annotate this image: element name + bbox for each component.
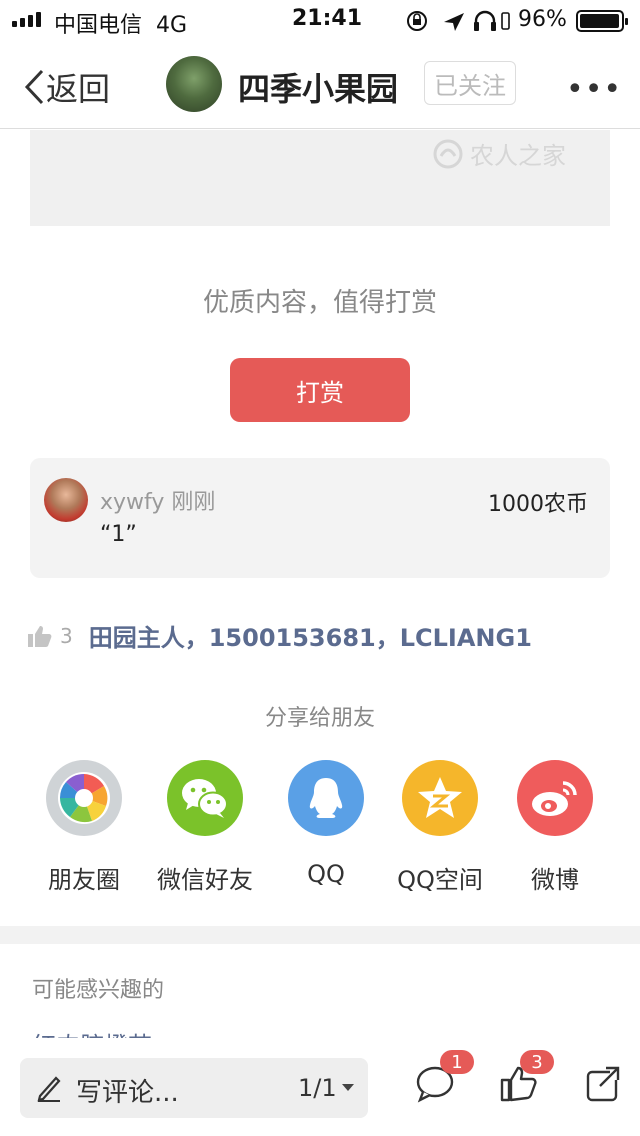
rotation-lock-icon bbox=[407, 11, 427, 31]
status-icons bbox=[407, 10, 510, 31]
nav-bar: 返回 四季小果园 已关注 ••• bbox=[0, 40, 640, 129]
network-type: 4G bbox=[156, 13, 188, 38]
share-label: QQ空间 bbox=[397, 866, 483, 894]
related-section-title: 可能感兴趣的 bbox=[32, 978, 165, 1003]
liker-names[interactable]: 田园主人，1500153681，LCLIANG1 bbox=[89, 618, 532, 653]
watermark-logo-icon bbox=[433, 139, 463, 168]
back-button[interactable]: 返回 bbox=[22, 64, 110, 110]
wechat-icon[interactable] bbox=[167, 760, 243, 836]
share-title: 分享给朋友 bbox=[264, 706, 375, 731]
share-label: 朋友圈 bbox=[48, 866, 120, 894]
tip-message: “1” bbox=[100, 522, 137, 547]
share-qzone[interactable]: QQ空间 bbox=[380, 760, 500, 895]
watermark: 农人之家 bbox=[432, 136, 566, 171]
share-button[interactable] bbox=[582, 1062, 626, 1106]
share-weibo[interactable]: 微博 bbox=[495, 760, 615, 895]
share-label: 微信好友 bbox=[157, 866, 253, 894]
tip-amount: 1000农币 bbox=[488, 492, 588, 517]
tip-time: 刚刚 bbox=[171, 490, 216, 515]
tipper-avatar[interactable] bbox=[44, 478, 88, 522]
like-button[interactable]: 3 bbox=[498, 1050, 554, 1106]
status-bar: 中国电信 4G 21:41 96% bbox=[0, 0, 640, 40]
chevron-left-icon bbox=[24, 69, 44, 105]
pencil-icon bbox=[37, 1076, 61, 1102]
carrier-label: 中国电信 4G bbox=[54, 13, 188, 38]
share-qq[interactable]: QQ bbox=[266, 760, 386, 888]
share-wechat[interactable]: 微信好友 bbox=[145, 760, 265, 895]
more-icon[interactable]: ••• bbox=[566, 72, 622, 107]
tip-record-card: xywfy 刚刚 1000农币 “1” bbox=[30, 458, 610, 578]
share-label: QQ bbox=[307, 860, 345, 888]
battery-percent: 96% bbox=[518, 7, 567, 32]
headphones-icon bbox=[474, 10, 496, 31]
related-item-peek[interactable]: 红肉脐橙苗 bbox=[32, 1026, 152, 1038]
comment-input[interactable]: 写评论... 1/1 bbox=[20, 1058, 368, 1118]
tipper-info: xywfy 刚刚 bbox=[100, 484, 215, 516]
clock: 21:41 bbox=[292, 6, 363, 31]
reward-prompt: 优质内容，值得打赏 bbox=[202, 288, 437, 318]
thumbs-up-icon[interactable] bbox=[26, 623, 52, 649]
qq-icon[interactable] bbox=[288, 760, 364, 836]
section-divider bbox=[0, 926, 640, 944]
back-label: 返回 bbox=[46, 70, 111, 108]
comment-placeholder: 写评论... bbox=[76, 1078, 179, 1108]
account-name[interactable]: 四季小果园 bbox=[238, 64, 398, 110]
share-icon bbox=[586, 1066, 620, 1102]
tipper-name[interactable]: xywfy bbox=[100, 490, 164, 515]
signal-strength-icon bbox=[12, 12, 41, 27]
account-avatar[interactable] bbox=[166, 56, 222, 112]
moments-icon[interactable] bbox=[46, 760, 122, 836]
likes-row: 3 田园主人，1500153681，LCLIANG1 bbox=[26, 618, 532, 653]
like-count-badge: 3 bbox=[520, 1050, 554, 1074]
like-count: 3 bbox=[60, 623, 73, 648]
share-moments[interactable]: 朋友圈 bbox=[24, 760, 144, 895]
dropdown-caret-icon[interactable] bbox=[342, 1084, 354, 1091]
follow-button[interactable]: 已关注 bbox=[424, 61, 516, 105]
battery-icon bbox=[576, 10, 628, 32]
bottom-bar: 写评论... 1/1 1 3 bbox=[0, 1040, 640, 1136]
reward-button[interactable]: 打赏 bbox=[230, 358, 410, 422]
location-icon bbox=[444, 13, 464, 31]
share-label: 微博 bbox=[531, 866, 579, 894]
battery-small-icon bbox=[501, 12, 510, 30]
comment-count-badge: 1 bbox=[440, 1050, 474, 1074]
page-indicator[interactable]: 1/1 bbox=[298, 1074, 337, 1102]
qzone-icon[interactable] bbox=[402, 760, 478, 836]
comments-button[interactable]: 1 bbox=[414, 1050, 474, 1106]
weibo-icon[interactable] bbox=[517, 760, 593, 836]
